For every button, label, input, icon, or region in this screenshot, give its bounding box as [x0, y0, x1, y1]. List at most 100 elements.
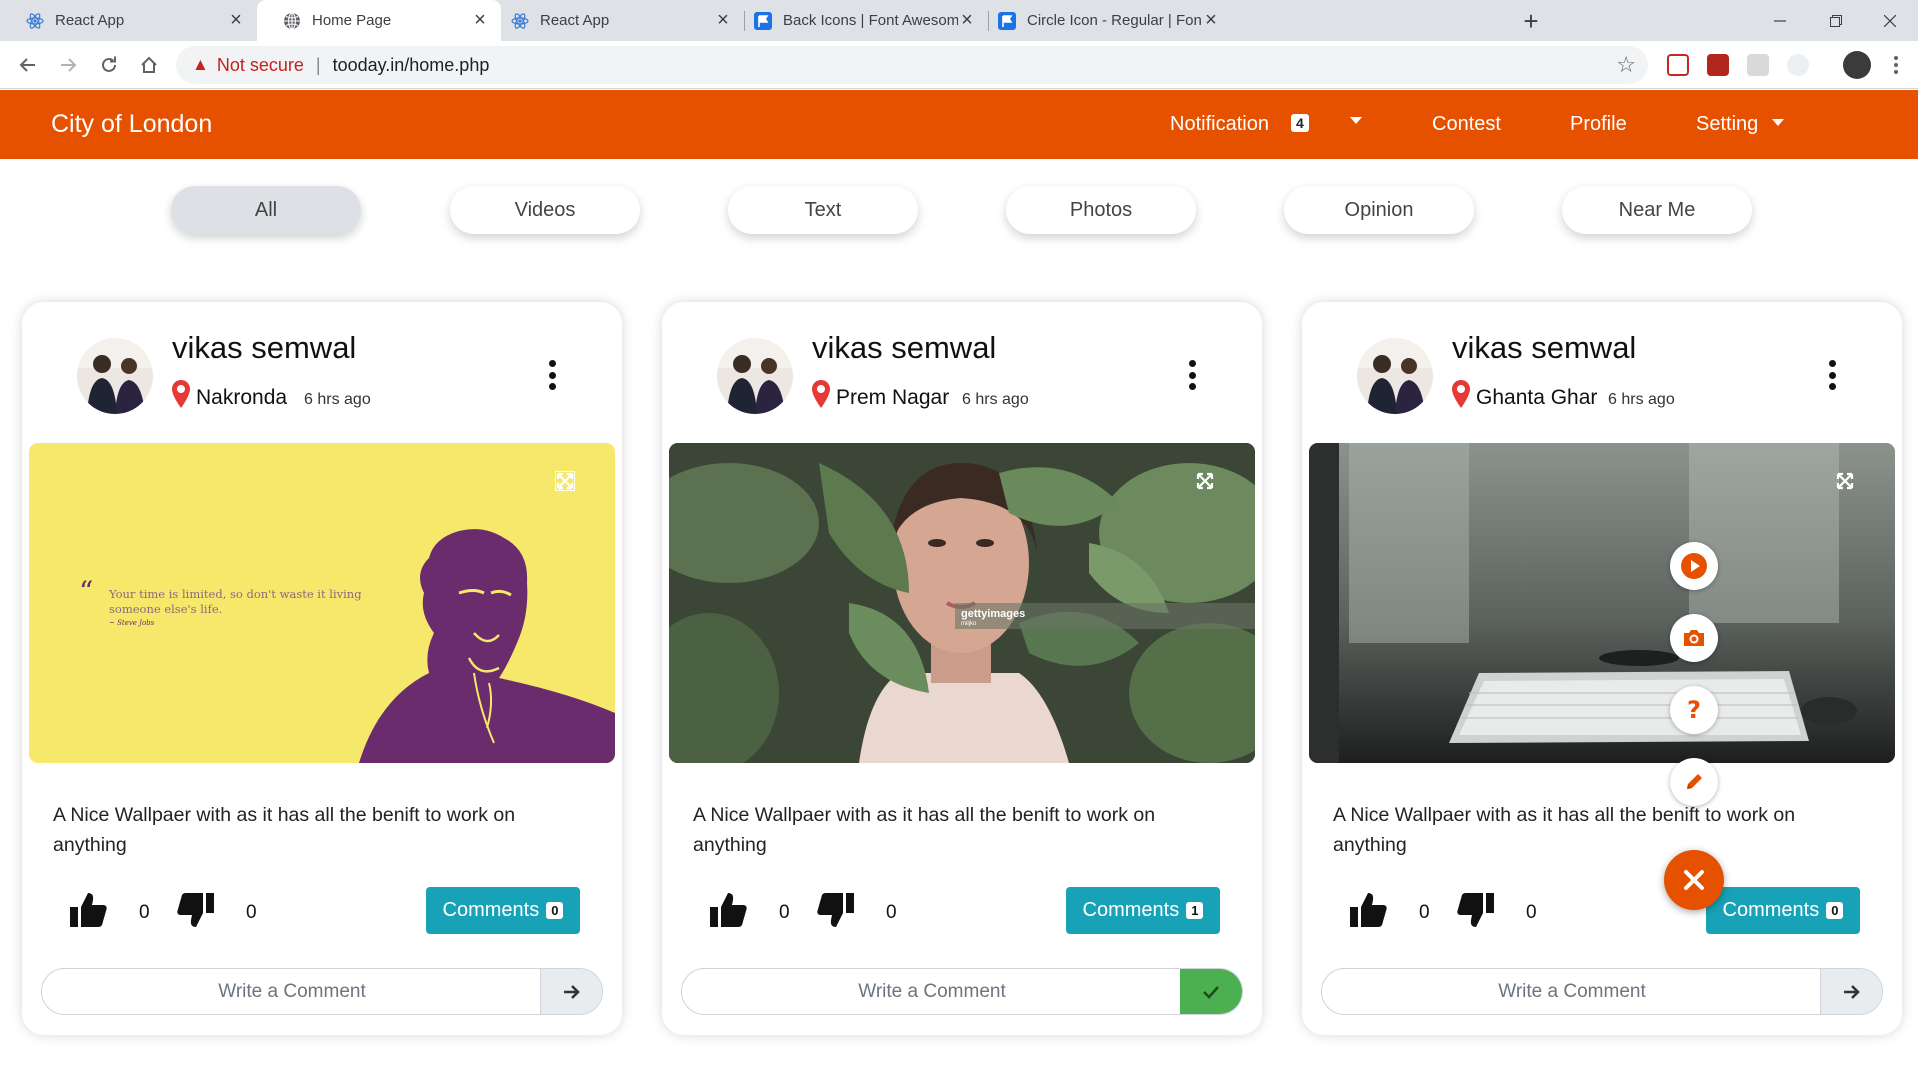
chevron-down-icon — [1350, 117, 1362, 124]
filter-near-me[interactable]: Near Me — [1562, 186, 1752, 234]
pocket-extension-icon[interactable] — [1667, 54, 1689, 76]
fab-question-button[interactable]: ? — [1670, 686, 1718, 734]
post-image[interactable]: gettyimages miljko — [669, 443, 1255, 763]
likes-count: 0 — [779, 902, 790, 923]
comments-count-badge: 1 — [1186, 902, 1204, 919]
avatar[interactable] — [77, 338, 153, 414]
react-devtools-icon[interactable] — [1787, 54, 1809, 76]
more-options-icon[interactable] — [1827, 360, 1837, 390]
browser-menu-icon[interactable] — [1880, 49, 1912, 81]
post-location: Nakronda — [196, 386, 288, 409]
comment-box — [1321, 968, 1883, 1015]
dislikes-count: 0 — [886, 902, 897, 923]
address-bar[interactable]: ▲ Not secure | tooday.in/home.php ☆ — [176, 46, 1648, 84]
quote-text: Your time is limited, so don't waste it … — [109, 587, 362, 616]
comment-input[interactable] — [1322, 969, 1822, 1014]
comments-count-badge: 0 — [546, 902, 564, 919]
thumbs-up-icon[interactable] — [68, 890, 108, 930]
post-image[interactable]: “ Your time is limited, so don't waste i… — [29, 443, 615, 763]
browser-tab-active[interactable]: Home Page × — [257, 0, 501, 41]
post-image[interactable] — [1309, 443, 1895, 763]
fab-photo-button[interactable] — [1670, 614, 1718, 662]
thumbs-down-icon[interactable] — [816, 890, 856, 930]
thumbs-up-icon[interactable] — [1348, 890, 1388, 930]
nav-contest[interactable]: Contest — [1432, 113, 1501, 136]
fab-write-button[interactable] — [1670, 758, 1718, 806]
nav-setting[interactable]: Setting — [1696, 113, 1784, 136]
close-tab-icon[interactable]: × — [227, 9, 245, 32]
window-close-icon[interactable] — [1862, 0, 1918, 41]
comments-label: Comments — [442, 899, 540, 921]
tab-title: React App — [540, 12, 610, 29]
browser-tab[interactable]: React App × — [501, 0, 744, 41]
security-label: Not secure — [216, 54, 304, 75]
comments-button[interactable]: Comments 0 — [426, 887, 580, 934]
close-tab-icon[interactable]: × — [471, 9, 489, 32]
restore-icon[interactable] — [1808, 0, 1864, 41]
post-location: Ghanta Ghar — [1476, 386, 1598, 409]
post-card: vikas semwal Ghanta Ghar 6 hrs ago A Nic… — [1302, 302, 1902, 1035]
browser-tab[interactable]: Circle Icon - Regular | Font Awesome × — [988, 0, 1232, 41]
comment-box — [41, 968, 603, 1015]
comment-input[interactable] — [682, 969, 1182, 1014]
minimize-icon[interactable] — [1752, 0, 1808, 41]
filter-videos[interactable]: Videos — [450, 186, 640, 234]
bookmark-star-icon[interactable]: ☆ — [1616, 52, 1636, 78]
send-comment-button[interactable] — [1820, 969, 1882, 1014]
more-options-icon[interactable] — [547, 360, 557, 390]
divider: | — [315, 54, 321, 75]
expand-icon[interactable] — [1835, 471, 1855, 491]
filter-text[interactable]: Text — [728, 186, 918, 234]
chevron-down-icon — [1771, 119, 1784, 126]
new-tab-button[interactable]: + — [1516, 6, 1546, 36]
nav-notification[interactable]: Notification 4 — [1170, 113, 1309, 136]
browser-tab[interactable]: Back Icons | Font Awesome × — [744, 0, 988, 41]
filter-opinion[interactable]: Opinion — [1284, 186, 1474, 234]
filter-photos[interactable]: Photos — [1006, 186, 1196, 234]
browser-tab[interactable]: React App × — [0, 0, 257, 41]
avatar[interactable] — [1357, 338, 1433, 414]
thumbs-down-icon[interactable] — [176, 890, 216, 930]
close-tab-icon[interactable]: × — [958, 9, 976, 32]
post-time: 6 hrs ago — [1608, 391, 1675, 408]
close-tab-icon[interactable]: × — [1202, 9, 1220, 32]
question-icon: ? — [1687, 696, 1701, 724]
post-author[interactable]: vikas semwal — [172, 330, 356, 366]
browser-toolbar: ▲ Not secure | tooday.in/home.php ☆ — [0, 41, 1918, 89]
home-icon[interactable] — [133, 49, 165, 81]
post-author[interactable]: vikas semwal — [812, 330, 996, 366]
location-pin-icon — [1452, 380, 1470, 408]
reload-icon[interactable] — [93, 49, 125, 81]
fab-close-button[interactable] — [1664, 850, 1724, 910]
send-comment-button[interactable] — [540, 969, 602, 1014]
thumbs-down-icon[interactable] — [1456, 890, 1496, 930]
comments-button[interactable]: Comments 0 — [1706, 887, 1860, 934]
back-arrow-icon[interactable] — [12, 49, 44, 81]
expand-icon[interactable] — [1195, 471, 1215, 491]
filter-all[interactable]: All — [171, 186, 361, 234]
nav-profile[interactable]: Profile — [1570, 113, 1627, 136]
thumbs-up-icon[interactable] — [708, 890, 748, 930]
forward-arrow-icon[interactable] — [52, 49, 84, 81]
comment-input[interactable] — [42, 969, 542, 1014]
woman-leaves-photo — [669, 443, 1255, 763]
more-options-icon[interactable] — [1187, 360, 1197, 390]
expand-icon[interactable] — [555, 471, 575, 491]
avatar[interactable] — [717, 338, 793, 414]
notification-dropdown-caret[interactable] — [1350, 111, 1362, 134]
pdf-extension-icon[interactable] — [1707, 54, 1729, 76]
post-author[interactable]: vikas semwal — [1452, 330, 1636, 366]
avatar[interactable] — [1843, 51, 1871, 79]
close-tab-icon[interactable]: × — [714, 9, 732, 32]
quote-author: ~ Steve Jobs — [109, 619, 155, 627]
comments-button[interactable]: Comments 1 — [1066, 887, 1220, 934]
app-navbar: City of London Notification 4 Contest Pro… — [0, 90, 1918, 159]
fab-video-button[interactable] — [1670, 542, 1718, 590]
play-icon — [1681, 553, 1707, 579]
submit-comment-button[interactable] — [1180, 969, 1242, 1014]
brand-title[interactable]: City of London — [51, 110, 212, 139]
tab-title: Home Page — [312, 12, 392, 29]
extension-icon[interactable] — [1747, 54, 1769, 76]
image-watermark-credit: miljko — [961, 621, 977, 627]
tab-title: Circle Icon - Regular | Font Awesome — [1027, 12, 1202, 29]
